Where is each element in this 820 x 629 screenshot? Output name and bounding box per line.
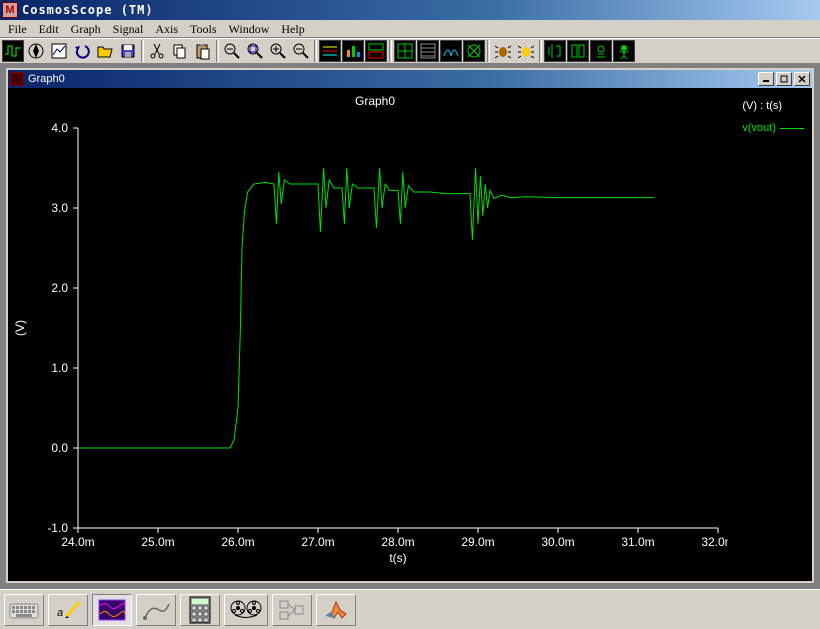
svg-text:-1.0: -1.0 [47, 521, 68, 535]
cut-icon[interactable] [146, 40, 168, 62]
panel-a-icon[interactable] [544, 40, 566, 62]
menu-window[interactable]: Window [223, 20, 276, 37]
plot-b-icon[interactable] [342, 40, 364, 62]
bug-b-icon[interactable] [515, 40, 537, 62]
scope-c-icon[interactable] [440, 40, 462, 62]
plot-svg: -1.0 0.0 1.0 2.0 3.0 4.0 24.0m 25.0m 26.0m 27.0m 2… [8, 108, 728, 588]
zoom-out-icon[interactable] [290, 40, 312, 62]
svg-text:4.0: 4.0 [51, 121, 68, 135]
scope-a-icon[interactable] [394, 40, 416, 62]
legend-signal[interactable]: v(vout) [742, 122, 804, 134]
graph-window: Graph0 Graph0 (V) : t(s) v(vout) -1.0 0.0… [6, 68, 814, 583]
svg-text:30.0m: 30.0m [541, 535, 574, 549]
panel-d-icon[interactable] [613, 40, 635, 62]
open-icon[interactable] [94, 40, 116, 62]
undo-icon[interactable] [71, 40, 93, 62]
diagram-icon[interactable] [272, 594, 312, 626]
mdi-area: Graph0 Graph0 (V) : t(s) v(vout) -1.0 0.0… [0, 64, 820, 589]
svg-text:(V): (V) [13, 320, 27, 336]
calc-icon[interactable] [180, 594, 220, 626]
separator [539, 40, 542, 62]
svg-text:31.0m: 31.0m [621, 535, 654, 549]
svg-text:24.0m: 24.0m [61, 535, 94, 549]
svg-text:32.0m: 32.0m [701, 535, 728, 549]
svg-text:25.0m: 25.0m [141, 535, 174, 549]
save-icon[interactable] [117, 40, 139, 62]
menu-graph[interactable]: Graph [65, 20, 107, 37]
menu-help[interactable]: Help [275, 20, 310, 37]
separator [141, 40, 144, 62]
menu-signal[interactable]: Signal [107, 20, 150, 37]
svg-text:a: a [57, 607, 63, 619]
maximize-button[interactable] [776, 72, 792, 86]
scope-icon[interactable] [92, 594, 132, 626]
svg-text:27.0m: 27.0m [301, 535, 334, 549]
menu-axis[interactable]: Axis [149, 20, 184, 37]
svg-text:2.0: 2.0 [51, 281, 68, 295]
svg-text:28.0m: 28.0m [381, 535, 414, 549]
child-titlebar: Graph0 [8, 70, 812, 88]
plot-a-icon[interactable] [319, 40, 341, 62]
svg-text:t(s): t(s) [389, 551, 406, 565]
legend: (V) : t(s) v(vout) [742, 100, 804, 134]
app-icon: M [2, 2, 18, 18]
zoom-in-x-icon[interactable] [221, 40, 243, 62]
zoom-in-icon[interactable] [267, 40, 289, 62]
panel-b-icon[interactable] [567, 40, 589, 62]
panel-c-icon[interactable] [590, 40, 612, 62]
close-button[interactable] [794, 72, 810, 86]
reel-icon[interactable] [224, 594, 268, 626]
child-title: Graph0 [28, 73, 65, 85]
separator [389, 40, 392, 62]
matlab-icon[interactable] [316, 594, 356, 626]
paste-icon[interactable] [192, 40, 214, 62]
copy-icon[interactable] [169, 40, 191, 62]
legend-signal-label: v(vout) [742, 122, 776, 134]
menu-edit[interactable]: Edit [33, 20, 65, 37]
svg-text:0.0: 0.0 [51, 441, 68, 455]
svg-text:26.0m: 26.0m [221, 535, 254, 549]
toolbar [0, 38, 820, 64]
legend-line-sample [780, 128, 804, 129]
graph-icon[interactable] [48, 40, 70, 62]
plot-title: Graph0 [8, 94, 742, 108]
plot-c-icon[interactable] [365, 40, 387, 62]
scope-d-icon[interactable] [463, 40, 485, 62]
zoom-fit-icon[interactable] [244, 40, 266, 62]
legend-header: (V) : t(s) [742, 100, 804, 112]
child-icon [10, 72, 24, 86]
menu-file[interactable]: File [2, 20, 33, 37]
keyboard-icon[interactable] [4, 594, 44, 626]
plot-area[interactable]: Graph0 (V) : t(s) v(vout) -1.0 0.0 1.0 2.0 3… [8, 88, 812, 581]
separator [216, 40, 219, 62]
compass-icon[interactable] [25, 40, 47, 62]
separator [487, 40, 490, 62]
scope-b-icon[interactable] [417, 40, 439, 62]
svg-text:1.0: 1.0 [51, 361, 68, 375]
svg-text:29.0m: 29.0m [461, 535, 494, 549]
pencil-icon[interactable]: a [48, 594, 88, 626]
svg-text:3.0: 3.0 [51, 201, 68, 215]
titlebar: M CosmosScope (TM) [0, 0, 820, 20]
waveform-icon[interactable] [2, 40, 24, 62]
app-title: CosmosScope (TM) [22, 3, 154, 17]
menu-tools[interactable]: Tools [184, 20, 223, 37]
separator [314, 40, 317, 62]
bottom-taskbar: a [0, 589, 820, 629]
probe-icon[interactable] [136, 594, 176, 626]
bug-a-icon[interactable] [492, 40, 514, 62]
minimize-button[interactable] [758, 72, 774, 86]
menubar: File Edit Graph Signal Axis Tools Window… [0, 20, 820, 38]
